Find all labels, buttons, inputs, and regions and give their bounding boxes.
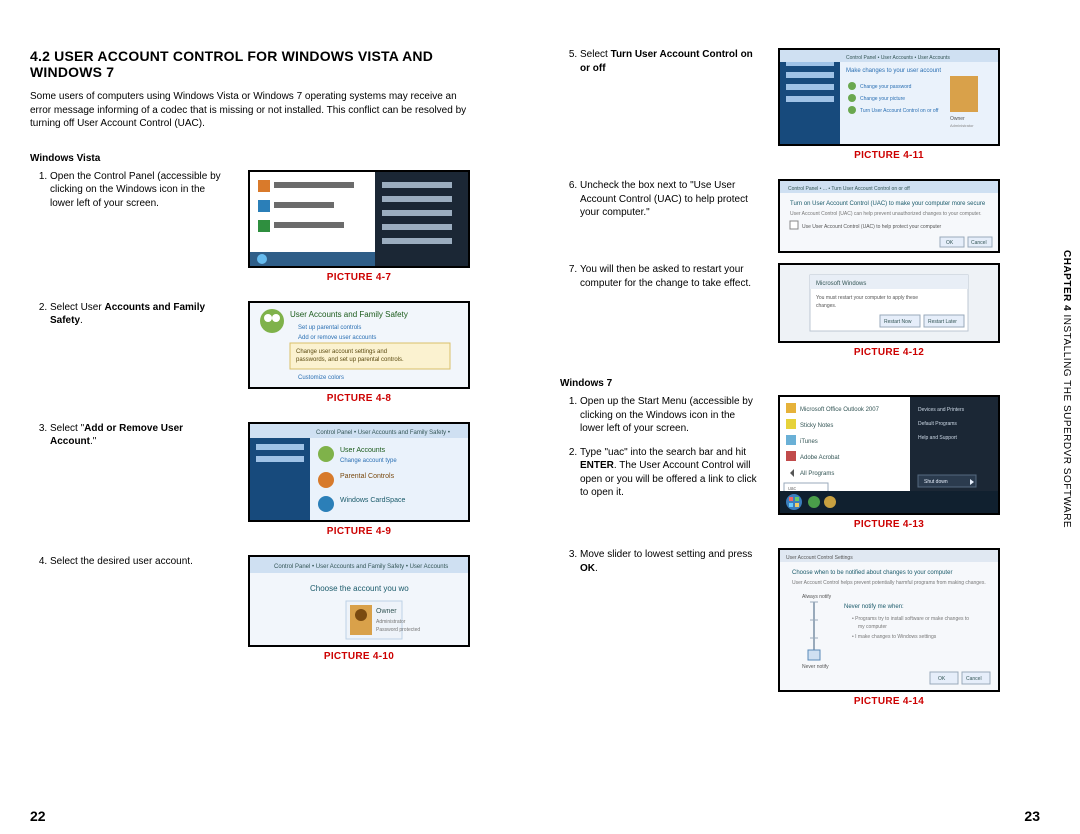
win7-step1: Open up the Start Menu (accessible by cl…	[580, 395, 760, 436]
svg-text:Customize colors: Customize colors	[298, 375, 344, 381]
svg-text:User Account Control helps pre: User Account Control helps prevent poten…	[792, 580, 986, 586]
svg-text:User Accounts and Family Safet: User Accounts and Family Safety	[290, 310, 408, 319]
svg-text:You must restart your computer: You must restart your computer to apply …	[816, 295, 918, 301]
svg-text:my computer: my computer	[858, 624, 887, 630]
svg-text:Shut down: Shut down	[924, 479, 948, 485]
svg-text:Windows CardSpace: Windows CardSpace	[340, 497, 405, 504]
vista-step1: Open the Control Panel (accessible by cl…	[50, 170, 230, 211]
picture-4-10: Control Panel • User Accounts and Family…	[248, 555, 470, 647]
svg-text:Owner: Owner	[376, 608, 397, 615]
svg-text:Make changes to your user acco: Make changes to your user account	[846, 68, 941, 74]
svg-text:Default Programs: Default Programs	[918, 421, 957, 427]
side-tab: CHAPTER 4 INSTALLING THE SUPERDVR SOFTWA…	[1061, 250, 1072, 528]
win7-step3: Move slider to lowest setting and press …	[580, 548, 760, 575]
svg-text:Never notify: Never notify	[802, 664, 829, 670]
picture-4-9: Control Panel • User Accounts and Family…	[248, 422, 470, 522]
svg-text:Restart Later: Restart Later	[928, 319, 957, 325]
vista-step7: You will then be asked to restart your c…	[580, 263, 760, 290]
svg-text:changes.: changes.	[816, 303, 836, 309]
svg-text:Adobe Acrobat: Adobe Acrobat	[800, 455, 840, 461]
svg-text:Help and Support: Help and Support	[918, 435, 958, 441]
vista-step3: Select "Add or Remove User Account."	[50, 422, 230, 449]
svg-text:Control Panel • User Accounts: Control Panel • User Accounts and Family…	[316, 430, 450, 436]
picture-4-12b: Microsoft Windows You must restart your …	[778, 263, 1000, 343]
caption-4-8: PICTURE 4-8	[242, 393, 476, 404]
svg-text:Password protected: Password protected	[376, 627, 420, 633]
page-left: 4.2 USER ACCOUNT CONTROL FOR WINDOWS VIS…	[10, 30, 496, 800]
vista-step6-row: Uncheck the box next to "Use User Accoun…	[560, 179, 1006, 257]
vista-step2-row: Select User Accounts and Family Safety. …	[30, 301, 476, 416]
svg-text:Change your password: Change your password	[860, 84, 912, 90]
svg-text:User Account Control Settings: User Account Control Settings	[786, 555, 853, 561]
caption-4-14: PICTURE 4-14	[772, 696, 1006, 707]
svg-text:Choose the account you wo: Choose the account you wo	[310, 584, 409, 593]
svg-text:Never notify me when:: Never notify me when:	[844, 604, 904, 610]
svg-text:Cancel: Cancel	[966, 676, 982, 682]
vista-step4-row: Select the desired user account. Control…	[30, 555, 476, 674]
svg-text:Add or remove user accounts: Add or remove user accounts	[298, 335, 376, 341]
vista-step6: Uncheck the box next to "Use User Accoun…	[580, 179, 760, 220]
svg-text:Administrator: Administrator	[376, 619, 406, 625]
vista-step3-row: Select "Add or Remove User Account." Con…	[30, 422, 476, 549]
intro-paragraph: Some users of computers using Windows Vi…	[30, 90, 470, 131]
svg-text:Microsoft Office Outlook 2007: Microsoft Office Outlook 2007	[800, 407, 880, 413]
svg-text:• I make changes to Windows se: • I make changes to Windows settings	[852, 634, 937, 640]
svg-text:Devices and Printers: Devices and Printers	[918, 407, 965, 413]
caption-4-11: PICTURE 4-11	[772, 150, 1006, 161]
svg-text:Microsoft Windows: Microsoft Windows	[816, 281, 866, 287]
picture-4-11: Control Panel • User Accounts • User Acc…	[778, 48, 1000, 146]
page-number-left: 22	[30, 808, 46, 824]
win7-heading: Windows 7	[560, 378, 1006, 389]
section-title: 4.2 USER ACCOUNT CONTROL FOR WINDOWS VIS…	[30, 48, 476, 80]
svg-text:Parental Controls: Parental Controls	[340, 473, 395, 480]
caption-4-9: PICTURE 4-9	[242, 526, 476, 537]
picture-4-8: User Accounts and Family Safety Set up p…	[248, 301, 470, 389]
svg-text:Choose when to be notified abo: Choose when to be notified about changes…	[792, 570, 952, 576]
vista-step1-row: Open the Control Panel (accessible by cl…	[30, 170, 476, 295]
svg-text:Always notify: Always notify	[802, 594, 832, 600]
svg-text:All Programs: All Programs	[800, 471, 834, 477]
svg-text:Restart Now: Restart Now	[884, 319, 912, 325]
svg-text:Control Panel • User Accounts: Control Panel • User Accounts and Family…	[274, 564, 448, 570]
svg-text:Turn User Account Control on o: Turn User Account Control on or off	[860, 108, 939, 114]
svg-text:Set up parental controls: Set up parental controls	[298, 325, 361, 331]
page-number-right: 23	[1024, 808, 1040, 824]
svg-text:OK: OK	[946, 240, 954, 246]
svg-text:Sticky Notes: Sticky Notes	[800, 423, 833, 429]
page-right: Select Turn User Account Control on or o…	[540, 30, 1026, 800]
picture-4-12a: Control Panel • ... • Turn User Account …	[778, 179, 1000, 253]
svg-text:User Accounts: User Accounts	[340, 447, 386, 454]
svg-text:Owner: Owner	[950, 116, 965, 122]
caption-4-10: PICTURE 4-10	[242, 651, 476, 662]
picture-4-7	[248, 170, 470, 268]
svg-text:passwords, and set up parental: passwords, and set up parental controls.	[296, 357, 404, 363]
svg-text:Control Panel • ... • Turn Use: Control Panel • ... • Turn User Account …	[788, 186, 910, 192]
svg-text:Use User Account Control (UAC): Use User Account Control (UAC) to help p…	[802, 224, 942, 230]
svg-text:Change your picture: Change your picture	[860, 96, 905, 102]
svg-text:iTunes: iTunes	[800, 439, 818, 445]
svg-text:Administrator: Administrator	[950, 123, 974, 128]
svg-text:Control Panel • User Accounts: Control Panel • User Accounts • User Acc…	[846, 55, 950, 61]
svg-text:User Account Control (UAC) can: User Account Control (UAC) can help prev…	[790, 211, 982, 217]
vista-heading: Windows Vista	[30, 153, 476, 164]
vista-step4: Select the desired user account.	[50, 555, 230, 569]
caption-4-12: PICTURE 4-12	[772, 347, 1006, 358]
svg-text:• Programs try to install soft: • Programs try to install software or ma…	[852, 616, 969, 622]
win7-step1-row: Open up the Start Menu (accessible by cl…	[560, 395, 1006, 542]
picture-4-14: User Account Control Settings Choose whe…	[778, 548, 1000, 692]
vista-step5: Select Turn User Account Control on or o…	[580, 48, 760, 75]
vista-step5-row: Select Turn User Account Control on or o…	[560, 48, 1006, 173]
caption-4-7: PICTURE 4-7	[242, 272, 476, 283]
vista-step7-row: You will then be asked to restart your c…	[560, 263, 1006, 370]
svg-text:Change user account settings a: Change user account settings and	[296, 349, 387, 355]
win7-step3-row: Move slider to lowest setting and press …	[560, 548, 1006, 719]
win7-step2: Type "uac" into the search bar and hit E…	[580, 446, 760, 500]
vista-step2: Select User Accounts and Family Safety.	[50, 301, 230, 328]
svg-text:Cancel: Cancel	[971, 240, 987, 246]
svg-text:Turn on User Account Control (: Turn on User Account Control (UAC) to ma…	[790, 201, 986, 207]
caption-4-13: PICTURE 4-13	[772, 519, 1006, 530]
svg-text:Change account type: Change account type	[340, 458, 397, 464]
picture-4-13: Microsoft Office Outlook 2007 Sticky Not…	[778, 395, 1000, 515]
svg-text:OK: OK	[938, 676, 946, 682]
